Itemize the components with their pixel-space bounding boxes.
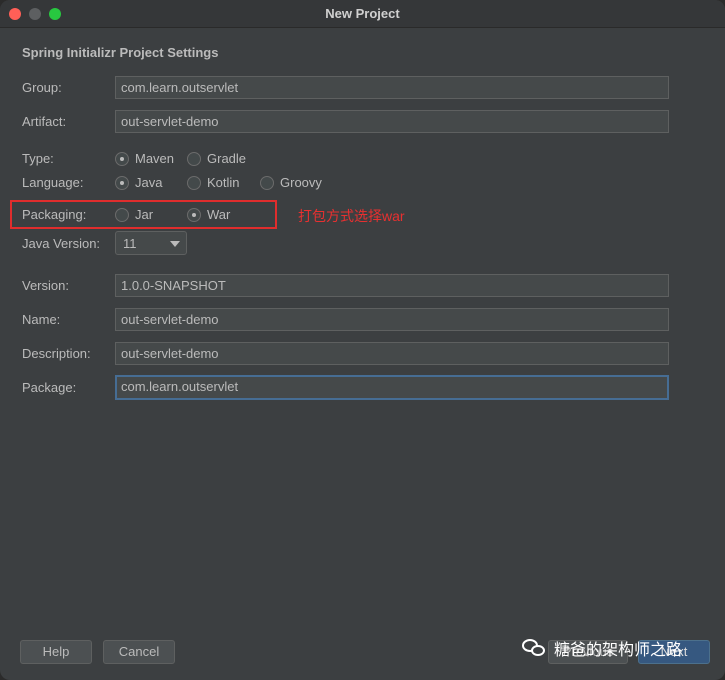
radio-selected-icon bbox=[115, 175, 129, 190]
radio-unselected-icon bbox=[187, 175, 201, 190]
artifact-field[interactable]: out-servlet-demo bbox=[115, 110, 669, 133]
version-field[interactable]: 1.0.0-SNAPSHOT bbox=[115, 274, 669, 297]
java-version-label: Java Version: bbox=[22, 236, 101, 251]
new-project-dialog: New Project Spring Initializr Project Se… bbox=[0, 0, 725, 680]
version-label: Version: bbox=[22, 278, 69, 293]
package-field[interactable]: com.learn.outservlet bbox=[115, 375, 669, 400]
title-bar: New Project bbox=[0, 0, 725, 28]
description-label: Description: bbox=[22, 346, 91, 361]
language-kotlin-radio[interactable]: Kotlin bbox=[187, 175, 240, 190]
radio-label: Kotlin bbox=[207, 175, 240, 190]
radio-label: Groovy bbox=[280, 175, 322, 190]
language-java-radio[interactable]: Java bbox=[115, 175, 162, 190]
chevron-down-icon bbox=[170, 241, 180, 247]
type-label: Type: bbox=[22, 151, 54, 166]
language-label: Language: bbox=[22, 175, 84, 190]
radio-selected-icon bbox=[115, 151, 129, 166]
java-version-value: 11 bbox=[123, 236, 137, 251]
name-field[interactable]: out-servlet-demo bbox=[115, 308, 669, 331]
help-button[interactable]: Help bbox=[20, 640, 92, 664]
watermark: 糖爸的架构师之路 bbox=[522, 636, 682, 660]
window-title: New Project bbox=[325, 6, 400, 21]
packaging-highlight-box bbox=[10, 200, 277, 229]
wechat-icon bbox=[522, 637, 548, 659]
radio-label: Java bbox=[135, 175, 163, 190]
radio-label: Gradle bbox=[207, 151, 247, 166]
language-groovy-radio[interactable]: Groovy bbox=[260, 175, 322, 190]
package-label: Package: bbox=[22, 380, 77, 395]
radio-unselected-icon bbox=[260, 175, 274, 190]
radio-label: Maven bbox=[135, 151, 175, 166]
name-label: Name: bbox=[22, 312, 61, 327]
watermark-text: 糖爸的架构师之路 bbox=[554, 642, 683, 659]
cancel-button[interactable]: Cancel bbox=[103, 640, 175, 664]
packaging-annotation: 打包方式选择war bbox=[298, 208, 405, 224]
group-label: Group: bbox=[22, 80, 62, 95]
artifact-label: Artifact: bbox=[22, 114, 67, 129]
java-version-select[interactable]: 11 bbox=[115, 231, 187, 255]
description-field[interactable]: out-servlet-demo bbox=[115, 342, 669, 365]
type-maven-radio[interactable]: Maven bbox=[115, 151, 174, 166]
section-title: Spring Initializr Project Settings bbox=[22, 45, 219, 60]
group-field[interactable]: com.learn.outservlet bbox=[115, 76, 669, 99]
radio-unselected-icon bbox=[187, 151, 201, 166]
type-gradle-radio[interactable]: Gradle bbox=[187, 151, 246, 166]
